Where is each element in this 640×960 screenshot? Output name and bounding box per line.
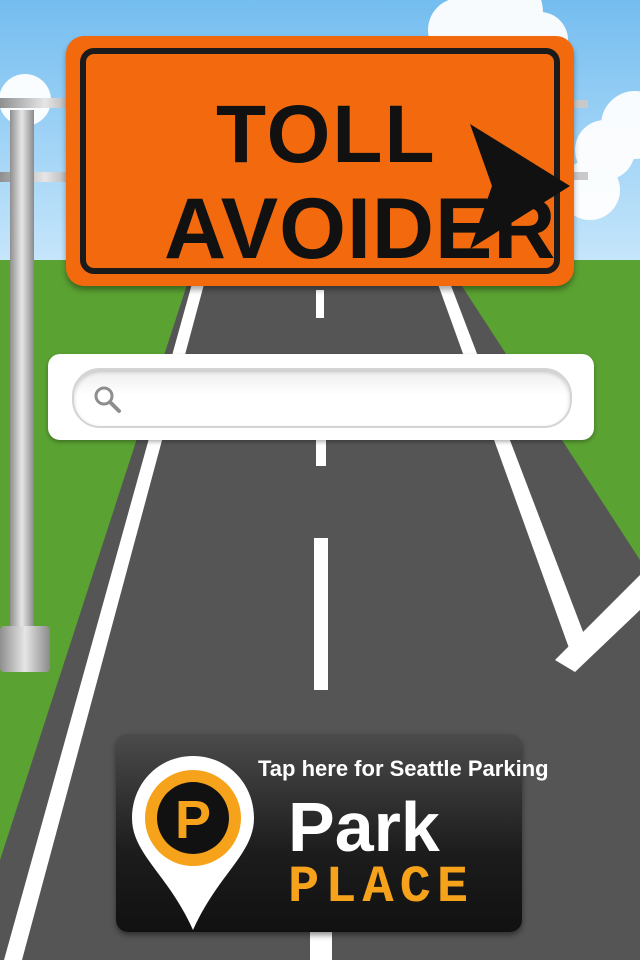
parking-pin-icon: P [132, 756, 254, 930]
toll-avoider-sign: TOLL AVOIDER [66, 36, 574, 286]
right-arrow-icon [470, 124, 570, 249]
search-field[interactable] [72, 368, 572, 428]
park-logo-letter: P [175, 790, 211, 850]
search-icon [94, 386, 121, 413]
park-tagline: Tap here for Seattle Parking [258, 756, 549, 781]
search-input[interactable] [134, 378, 558, 418]
park-brand-word1: Park [288, 788, 440, 866]
park-brand-word2: PLACE [288, 858, 475, 917]
search-bar [48, 354, 594, 440]
park-place-button[interactable]: P Tap here for Seattle Parking Park PLAC… [116, 734, 549, 932]
sign-title-line1: TOLL [216, 89, 437, 180]
